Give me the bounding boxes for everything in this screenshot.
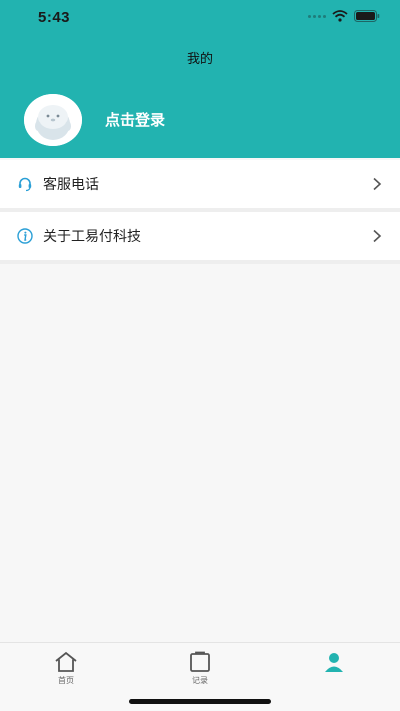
battery-icon [354, 10, 380, 22]
status-icons [308, 10, 380, 22]
status-time: 5:43 [38, 9, 71, 26]
menu-item-label: 关于工易付科技 [43, 229, 141, 245]
info-icon [17, 228, 33, 244]
tab-records[interactable]: 记录 [170, 651, 230, 686]
home-indicator [129, 699, 271, 704]
tab-label: 首页 [58, 676, 74, 685]
status-bar: 5:43 [0, 0, 400, 34]
chevron-right-icon [373, 229, 382, 243]
login-link[interactable]: 点击登录 [105, 109, 165, 130]
tab-label: 记录 [192, 676, 208, 685]
home-icon [55, 651, 77, 672]
page-title: 我的 [186, 52, 213, 67]
signal-icon [308, 14, 326, 18]
tab-mine[interactable] [304, 651, 364, 675]
headset-icon [18, 177, 32, 192]
avatar[interactable] [24, 94, 82, 146]
chevron-right-icon [373, 177, 382, 191]
clipboard-icon [190, 651, 210, 672]
profile-header: 5:43 我的 点击登录 [0, 0, 400, 158]
user-icon [325, 653, 343, 672]
divider [0, 260, 400, 264]
wifi-icon [332, 10, 348, 22]
tab-home[interactable]: 首页 [36, 651, 96, 686]
menu-item-label: 客服电话 [43, 177, 99, 193]
mascot-avatar-icon [24, 94, 82, 146]
menu-item-customer-service[interactable]: 客服电话 [0, 160, 400, 208]
menu-item-about[interactable]: 关于工易付科技 [0, 212, 400, 260]
